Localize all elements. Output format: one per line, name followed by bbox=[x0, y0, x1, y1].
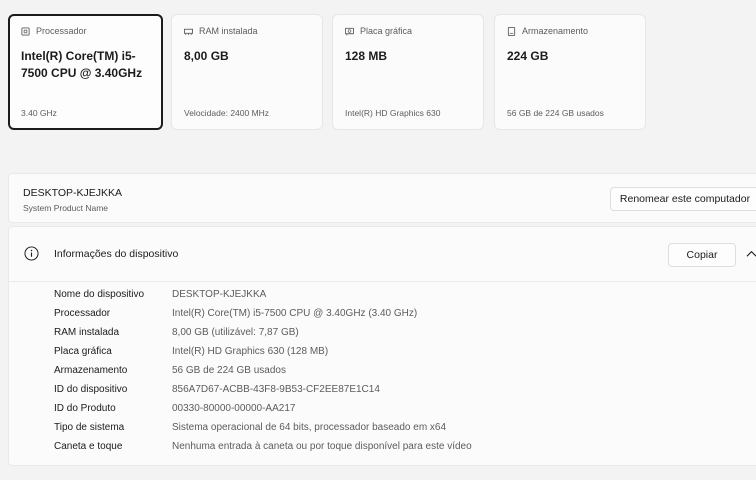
spec-label: Caneta e toque bbox=[54, 441, 123, 452]
graphics-card-icon bbox=[345, 27, 354, 36]
ram-card-sub: Velocidade: 2400 MHz bbox=[184, 108, 270, 118]
spec-row-product-id: ID do Produto 00330-80000-00000-AA217 bbox=[54, 403, 295, 417]
computer-name: DESKTOP-KJEJKKA bbox=[23, 187, 123, 199]
spec-row-system-type: Tipo de sistema Sistema operacional de 6… bbox=[54, 422, 446, 436]
computer-model: System Product Name bbox=[23, 203, 109, 213]
graphics-card-title: Placa gráfica bbox=[360, 26, 413, 36]
info-icon bbox=[24, 246, 39, 261]
processor-card[interactable]: Processador Intel(R) Core(TM) i5-7500 CP… bbox=[8, 14, 163, 130]
device-info-header[interactable]: Informações do dispositivo Copiar bbox=[9, 227, 756, 282]
storage-card[interactable]: Armazenamento 224 GB 56 GB de 224 GB usa… bbox=[494, 14, 646, 130]
spec-row-graphics: Placa gráfica Intel(R) HD Graphics 630 (… bbox=[54, 346, 328, 360]
spec-value: 8,00 GB (utilizável: 7,87 GB) bbox=[172, 327, 299, 338]
ram-icon bbox=[184, 28, 193, 35]
spec-value: Sistema operacional de 64 bits, processa… bbox=[172, 422, 447, 433]
ram-card-value: 8,00 GB bbox=[184, 49, 229, 63]
processor-icon bbox=[21, 26, 30, 36]
device-info-title: Informações do dispositivo bbox=[54, 248, 179, 260]
processor-card-value: Intel(R) Core(TM) i5-7500 CPU @ 3.40GHz bbox=[21, 49, 143, 80]
spec-label: Placa gráfica bbox=[54, 346, 112, 357]
graphics-card[interactable]: Placa gráfica 128 MB Intel(R) HD Graphic… bbox=[332, 14, 484, 130]
spec-value: 00330-80000-00000-AA217 bbox=[172, 403, 296, 414]
device-info-panel: Informações do dispositivo Copiar Nome d… bbox=[8, 226, 756, 466]
processor-card-header: Processador bbox=[21, 26, 150, 36]
copy-button[interactable]: Copiar bbox=[668, 243, 736, 267]
spec-value: 56 GB de 224 GB usados bbox=[172, 365, 286, 376]
spec-row-pen-touch: Caneta e toque Nenhuma entrada à caneta … bbox=[54, 441, 472, 455]
spec-value: Intel(R) Core(TM) i5-7500 CPU @ 3.40GHz … bbox=[172, 308, 418, 319]
spec-label: Nome do dispositivo bbox=[54, 289, 145, 300]
spec-value: 856A7D67-ACBB-43F8-9B53-CF2EE87E1C14 bbox=[172, 384, 380, 395]
spec-row-ram: RAM instalada 8,00 GB (utilizável: 7,87 … bbox=[54, 327, 299, 341]
processor-card-sub: 3.40 GHz bbox=[21, 108, 57, 118]
spec-row-processor: Processador Intel(R) Core(TM) i5-7500 CP… bbox=[54, 308, 417, 322]
computer-name-panel: DESKTOP-KJEJKKA System Product Name Reno… bbox=[8, 173, 756, 223]
storage-card-value: 224 GB bbox=[507, 49, 549, 63]
processor-card-title: Processador bbox=[36, 26, 87, 36]
spec-label: ID do dispositivo bbox=[54, 384, 128, 395]
ram-card-header: RAM instalada bbox=[184, 26, 310, 36]
graphics-card-value: 128 MB bbox=[345, 49, 388, 63]
graphics-card-sub: Intel(R) HD Graphics 630 bbox=[345, 108, 441, 118]
spec-row-storage: Armazenamento 56 GB de 224 GB usados bbox=[54, 365, 286, 379]
spec-value: Intel(R) HD Graphics 630 (128 MB) bbox=[172, 346, 329, 357]
chevron-up-icon[interactable] bbox=[746, 249, 756, 258]
spec-value: DESKTOP-KJEJKKA bbox=[172, 289, 267, 300]
spec-value: Nenhuma entrada à caneta ou por toque di… bbox=[172, 441, 472, 452]
storage-card-header: Armazenamento bbox=[507, 26, 633, 36]
storage-icon bbox=[507, 26, 516, 36]
graphics-card-header: Placa gráfica bbox=[345, 26, 471, 36]
ram-card[interactable]: RAM instalada 8,00 GB Velocidade: 2400 M… bbox=[171, 14, 323, 130]
rename-computer-button[interactable]: Renomear este computador bbox=[610, 187, 756, 211]
spec-row-device-id: ID do dispositivo 856A7D67-ACBB-43F8-9B5… bbox=[54, 384, 380, 398]
ram-card-title: RAM instalada bbox=[199, 26, 258, 36]
storage-card-title: Armazenamento bbox=[522, 26, 589, 36]
spec-label: Armazenamento bbox=[54, 365, 128, 376]
spec-label: Processador bbox=[54, 308, 111, 319]
spec-row-device-name: Nome do dispositivo DESKTOP-KJEJKKA bbox=[54, 289, 266, 303]
spec-label: RAM instalada bbox=[54, 327, 120, 338]
spec-label: ID do Produto bbox=[54, 403, 116, 414]
spec-label: Tipo de sistema bbox=[54, 422, 125, 433]
storage-card-sub: 56 GB de 224 GB usados bbox=[507, 108, 604, 118]
